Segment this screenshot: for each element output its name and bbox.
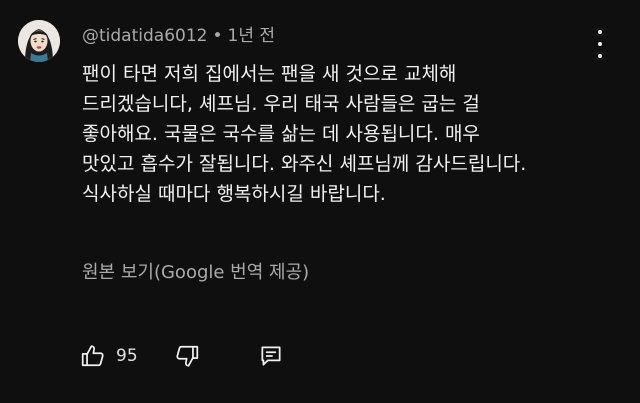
comment-line: 팬이 타면 저희 집에서는 팬을 새 것으로 교체해 <box>82 63 457 85</box>
reply-icon <box>258 343 284 369</box>
avatar[interactable] <box>18 20 60 62</box>
separator-dot: • <box>212 26 223 46</box>
author-name[interactable]: @tidatida6012 <box>82 26 207 46</box>
see-original-link[interactable]: 원본 보기(Google 번역 제공) <box>82 260 309 286</box>
thumbs-up-icon <box>80 343 106 369</box>
comment-line: 식사하실 때마다 행복하시길 바랍니다. <box>82 183 386 205</box>
like-button[interactable]: 95 <box>80 340 138 372</box>
avatar-image <box>18 20 60 62</box>
comment-actions: 95 <box>80 340 320 372</box>
comment-line: 맛있고 흡수가 잘됩니다. 와주신 셰프님께 감사드립니다. <box>82 153 527 175</box>
vertical-dots-icon-dot <box>598 54 602 58</box>
comment-header: @tidatida6012 • 1년 전 <box>82 24 275 48</box>
vertical-dots-icon <box>598 30 602 34</box>
comment-body: 팬이 타면 저희 집에서는 팬을 새 것으로 교체해 드리겠습니다, 셰프님. … <box>82 59 622 209</box>
comment-line: 좋아해요. 국물은 국수를 삶는 데 사용됩니다. 매우 <box>82 123 480 145</box>
thumbs-down-icon <box>174 343 200 369</box>
reply-button[interactable] <box>258 340 284 372</box>
dislike-button[interactable] <box>174 340 200 372</box>
vertical-dots-icon-dot <box>598 42 602 46</box>
like-count: 95 <box>116 346 138 366</box>
comment-timestamp[interactable]: 1년 전 <box>228 26 276 46</box>
comment-line: 드리겠습니다, 셰프님. 우리 태국 사람들은 굽는 걸 <box>82 93 480 115</box>
comment-menu-button[interactable] <box>588 30 612 58</box>
comment-thread: @tidatida6012 • 1년 전 팬이 타면 저희 집에서는 팬을 새 것으… <box>0 0 640 403</box>
